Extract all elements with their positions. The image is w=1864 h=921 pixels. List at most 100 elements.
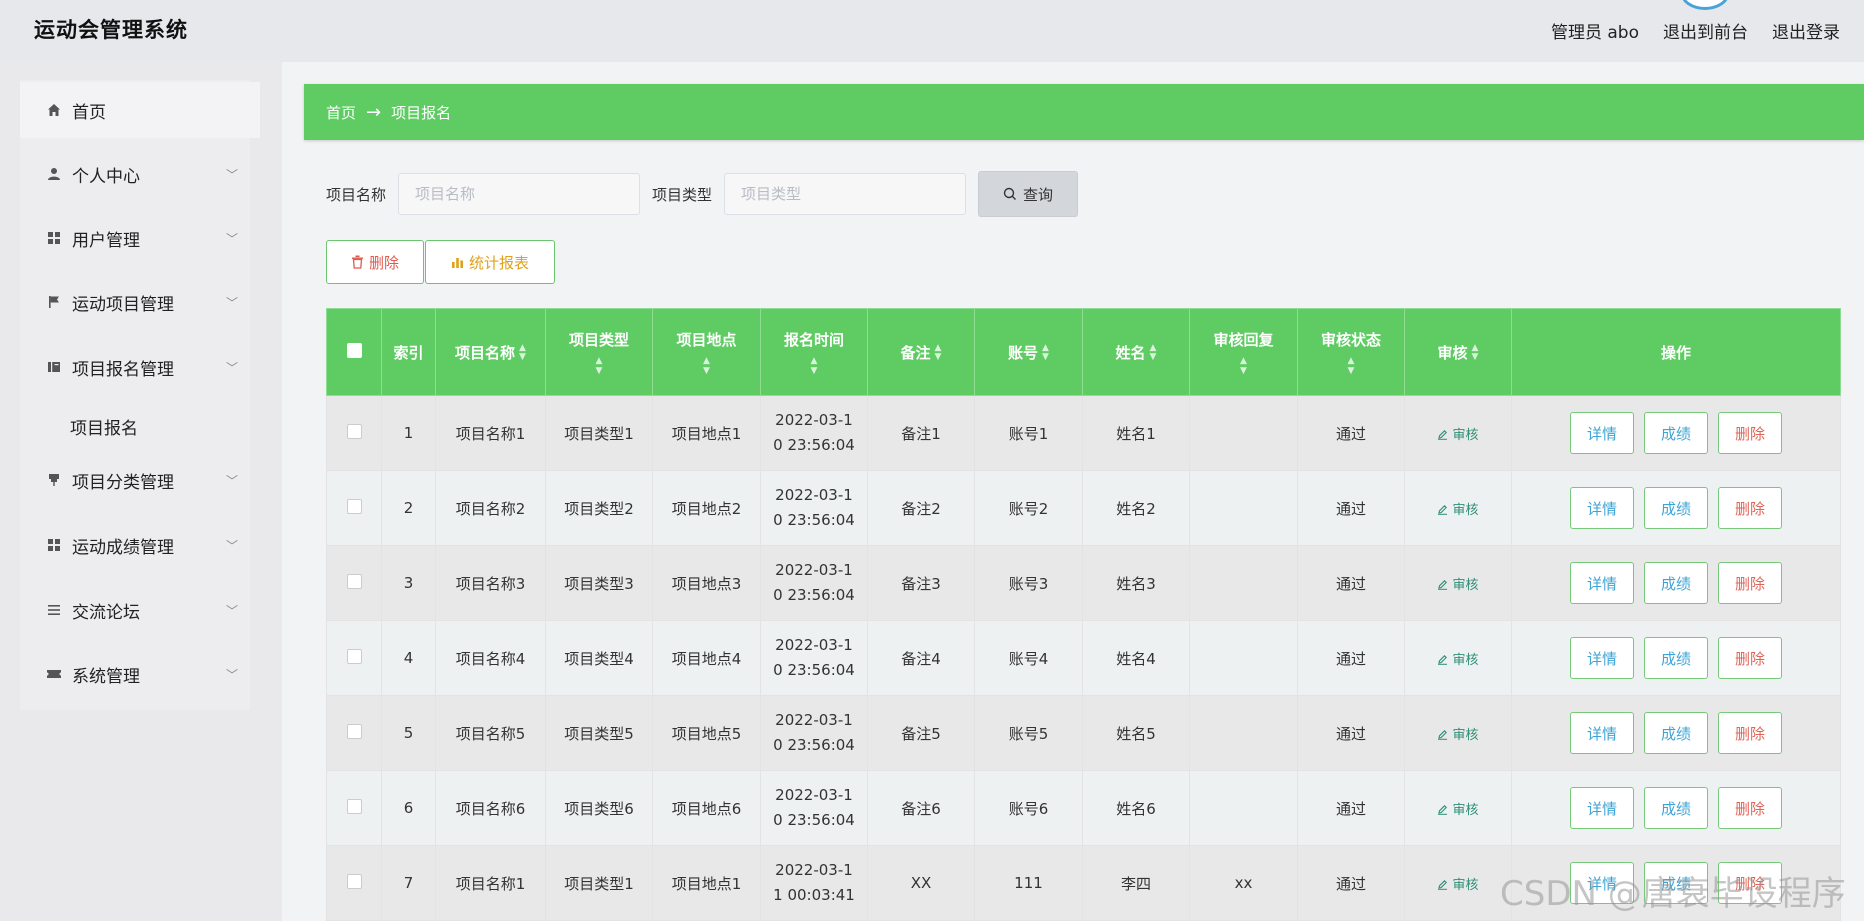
project-name-cell: 项目名称1 <box>435 395 546 471</box>
sort-icon[interactable]: ▲ ▼ <box>1042 344 1049 362</box>
statistics-report-button[interactable]: 统计报表 <box>425 240 555 284</box>
signup-time-line2: 0 23:56:04 <box>773 661 855 679</box>
project-name-cell: 项目名称3 <box>435 545 546 621</box>
score-button[interactable]: 成绩 <box>1644 487 1708 529</box>
sidebar-item-forum[interactable]: 交流论坛 ﹀ <box>20 582 252 638</box>
column-header[interactable]: 审核状态 ▲ ▼ <box>1297 308 1405 396</box>
delete-row-button[interactable]: 删除 <box>1718 487 1782 529</box>
breadcrumb-home[interactable]: 首页 <box>326 102 356 123</box>
column-header[interactable]: 项目地点 ▲ ▼ <box>652 308 761 396</box>
row-checkbox[interactable] <box>346 798 362 814</box>
audit-link[interactable]: 审核 <box>1437 878 1479 893</box>
batch-delete-button[interactable]: 删除 <box>326 240 424 284</box>
row-checkbox[interactable] <box>346 648 362 664</box>
audit-cell: 审核 <box>1404 620 1512 696</box>
project-name-input[interactable] <box>398 173 641 215</box>
column-header: 索引 <box>381 308 436 396</box>
sort-icon[interactable]: ▲ ▼ <box>1150 344 1157 362</box>
detail-button[interactable]: 详情 <box>1570 562 1634 604</box>
audit-link[interactable]: 审核 <box>1437 728 1479 743</box>
column-header[interactable]: 账号 ▲ ▼ <box>974 308 1083 396</box>
select-all-checkbox[interactable] <box>346 342 362 358</box>
note-cell: 备注2 <box>867 470 975 546</box>
row-select-cell <box>326 545 382 621</box>
detail-button[interactable]: 详情 <box>1570 637 1634 679</box>
signup-time-line1: 2022-03-1 <box>775 636 853 654</box>
sidebar-item-home[interactable]: 首页 <box>20 82 260 138</box>
note-cell: 备注3 <box>867 545 975 621</box>
audit-link[interactable]: 审核 <box>1437 803 1479 818</box>
detail-button[interactable]: 详情 <box>1570 412 1634 454</box>
project-place-cell: 项目地点2 <box>652 470 761 546</box>
delete-row-button[interactable]: 删除 <box>1718 412 1782 454</box>
sidebar-item-score-management[interactable]: 运动成绩管理 ﹀ <box>20 517 252 573</box>
sort-icon[interactable]: ▲ ▼ <box>1298 356 1404 376</box>
column-header[interactable]: 报名时间 ▲ ▼ <box>760 308 868 396</box>
project-place-cell: 项目地点3 <box>652 545 761 621</box>
sidebar-item-registration-management[interactable]: 项目报名管理 ﹀ <box>20 339 252 395</box>
detail-button[interactable]: 详情 <box>1570 787 1634 829</box>
project-type-input[interactable] <box>724 173 967 215</box>
audit-link[interactable]: 审核 <box>1437 653 1479 668</box>
sort-icon[interactable]: ▲ ▼ <box>653 356 760 376</box>
row-checkbox[interactable] <box>346 423 362 439</box>
sidebar-item-label: 个人中心 <box>72 166 140 187</box>
delete-row-button[interactable]: 删除 <box>1718 862 1782 904</box>
column-header[interactable]: 审核 ▲ ▼ <box>1404 308 1512 396</box>
score-button[interactable]: 成绩 <box>1644 787 1708 829</box>
delete-row-button[interactable]: 删除 <box>1718 562 1782 604</box>
audit-link[interactable]: 审核 <box>1437 503 1479 518</box>
row-checkbox[interactable] <box>346 873 362 889</box>
sidebar-item-sport-project-management[interactable]: 运动项目管理 ﹀ <box>20 274 252 330</box>
score-button[interactable]: 成绩 <box>1644 862 1708 904</box>
person-name-cell: 姓名4 <box>1082 620 1190 696</box>
sort-icon[interactable]: ▲ ▼ <box>1472 344 1479 362</box>
sidebar-item-system-management[interactable]: 系统管理 ﹀ <box>20 646 252 702</box>
sidebar-item-user-management[interactable]: 用户管理 ﹀ <box>20 210 252 266</box>
audit-reply-cell <box>1189 620 1298 696</box>
column-header[interactable]: 姓名 ▲ ▼ <box>1082 308 1190 396</box>
row-checkbox[interactable] <box>346 573 362 589</box>
project-name-cell: 项目名称2 <box>435 470 546 546</box>
score-button[interactable]: 成绩 <box>1644 412 1708 454</box>
score-button[interactable]: 成绩 <box>1644 637 1708 679</box>
delete-row-button[interactable]: 删除 <box>1718 787 1782 829</box>
delete-row-button[interactable]: 删除 <box>1718 637 1782 679</box>
sidebar-subitem-registration[interactable]: 项目报名 <box>20 402 252 450</box>
detail-button[interactable]: 详情 <box>1570 712 1634 754</box>
row-checkbox[interactable] <box>346 723 362 739</box>
delete-row-button[interactable]: 删除 <box>1718 712 1782 754</box>
sort-icon[interactable]: ▲ ▼ <box>546 356 652 376</box>
score-button[interactable]: 成绩 <box>1644 712 1708 754</box>
audit-link[interactable]: 审核 <box>1437 578 1479 593</box>
sidebar-item-personal-center[interactable]: 个人中心 ﹀ <box>20 146 252 202</box>
goto-front-link[interactable]: 退出到前台 <box>1663 18 1748 43</box>
sort-icon[interactable]: ▲ ▼ <box>935 344 942 362</box>
account-cell: 账号2 <box>974 470 1083 546</box>
book-icon <box>46 359 62 375</box>
action-bar: 删除 统计报表 <box>326 240 556 284</box>
audit-cell: 审核 <box>1404 470 1512 546</box>
logout-link[interactable]: 退出登录 <box>1772 18 1840 43</box>
avatar[interactable] <box>1680 0 1730 10</box>
sort-icon[interactable]: ▲ ▼ <box>761 356 867 376</box>
detail-button[interactable]: 详情 <box>1570 862 1634 904</box>
row-checkbox[interactable] <box>346 498 362 514</box>
audit-link[interactable]: 审核 <box>1437 428 1479 443</box>
score-button[interactable]: 成绩 <box>1644 562 1708 604</box>
column-header[interactable]: 项目类型 ▲ ▼ <box>545 308 653 396</box>
column-header: 操作 <box>1511 308 1841 396</box>
signup-time-cell: 2022-03-1 0 23:56:04 <box>760 620 868 696</box>
sidebar-item-category-management[interactable]: 项目分类管理 ﹀ <box>20 452 252 508</box>
row-select-cell <box>326 845 382 921</box>
column-header[interactable]: 审核回复 ▲ ▼ <box>1189 308 1298 396</box>
sort-icon[interactable]: ▲ ▼ <box>519 344 526 362</box>
query-button[interactable]: 查询 <box>978 171 1079 217</box>
column-header[interactable]: 备注 ▲ ▼ <box>867 308 975 396</box>
detail-button[interactable]: 详情 <box>1570 487 1634 529</box>
project-type-cell: 项目类型3 <box>545 545 653 621</box>
signup-time-line2: 0 23:56:04 <box>773 436 855 454</box>
signup-time-line2: 0 23:56:04 <box>773 586 855 604</box>
sort-icon[interactable]: ▲ ▼ <box>1190 356 1297 376</box>
column-header[interactable]: 项目名称 ▲ ▼ <box>435 308 546 396</box>
